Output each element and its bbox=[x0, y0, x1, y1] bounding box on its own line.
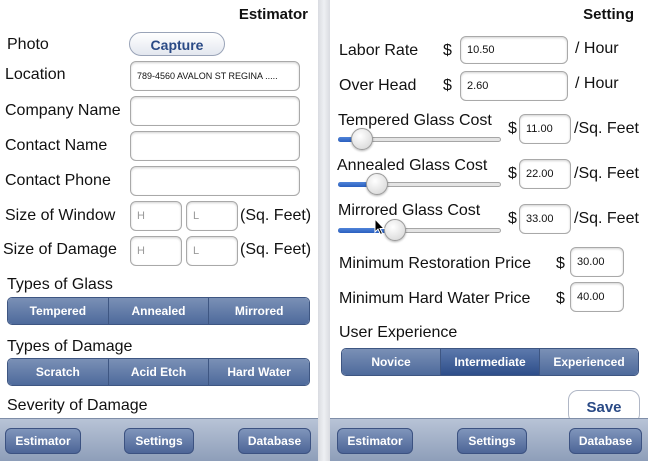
capture-button[interactable]: Capture bbox=[129, 32, 225, 56]
toolbar-settings-button[interactable]: Settings bbox=[457, 428, 527, 454]
location-field[interactable]: 789-4560 AVALON ST REGINA ..... bbox=[130, 61, 300, 91]
tempered-cost-unit: /Sq. Feet bbox=[574, 120, 639, 137]
toolbar-estimator-button[interactable]: Estimator bbox=[5, 428, 81, 454]
labor-rate-unit: / Hour bbox=[575, 40, 619, 57]
size-of-damage-label: Size of Damage bbox=[3, 241, 117, 258]
hard-water-currency-symbol: $ bbox=[556, 290, 565, 307]
user-experience-label: User Experience bbox=[339, 324, 458, 341]
contact-name-field[interactable] bbox=[130, 131, 300, 161]
annealed-cost-field[interactable]: 22.00 bbox=[519, 159, 571, 189]
mirrored-currency-symbol: $ bbox=[508, 210, 517, 227]
minimum-hard-water-price-label: Minimum Hard Water Price bbox=[339, 290, 531, 307]
toolbar-settings-button[interactable]: Settings bbox=[124, 428, 194, 454]
overhead-unit: / Hour bbox=[575, 75, 619, 92]
mouse-pointer-icon bbox=[374, 218, 386, 236]
types-of-glass-label: Types of Glass bbox=[7, 276, 113, 293]
location-label: Location bbox=[5, 66, 66, 83]
size-of-window-label: Size of Window bbox=[5, 207, 116, 224]
damage-type-scratch[interactable]: Scratch bbox=[8, 359, 109, 385]
toolbar-database-button[interactable]: Database bbox=[238, 428, 311, 454]
glass-type-mirrored[interactable]: Mirrored bbox=[209, 298, 309, 324]
labor-rate-field[interactable]: 10.50 bbox=[460, 36, 568, 64]
window-height-field[interactable]: H bbox=[130, 201, 182, 231]
estimator-toolbar: Estimator Settings Database bbox=[0, 418, 318, 461]
annealed-cost-unit: /Sq. Feet bbox=[574, 165, 639, 182]
labor-rate-label: Labor Rate bbox=[339, 42, 419, 59]
slider-thumb[interactable] bbox=[366, 173, 388, 195]
tempered-cost-field[interactable]: 11.00 bbox=[519, 114, 571, 144]
overhead-label: Over Head bbox=[339, 77, 417, 94]
window-unit-label: (Sq. Feet) bbox=[240, 207, 312, 224]
minimum-restoration-price-field[interactable]: 30.00 bbox=[570, 247, 624, 277]
slider-thumb[interactable] bbox=[384, 219, 406, 241]
minimum-restoration-price-label: Minimum Restoration Price bbox=[339, 255, 532, 272]
damage-length-field[interactable]: L bbox=[186, 236, 238, 266]
contact-phone-label: Contact Phone bbox=[5, 172, 111, 189]
toolbar-estimator-button[interactable]: Estimator bbox=[337, 428, 413, 454]
user-experience-segmented-control: Novice Intermediate Experienced bbox=[341, 348, 639, 376]
window-length-field[interactable]: L bbox=[186, 201, 238, 231]
ux-novice[interactable]: Novice bbox=[342, 349, 441, 375]
mirrored-cost-field[interactable]: 33.00 bbox=[519, 204, 571, 234]
photo-label: Photo bbox=[7, 36, 49, 53]
contact-phone-field[interactable] bbox=[130, 166, 300, 196]
ux-intermediate[interactable]: Intermediate bbox=[441, 349, 540, 375]
company-name-field[interactable] bbox=[130, 96, 300, 126]
minimum-hard-water-price-field[interactable]: 40.00 bbox=[570, 282, 624, 312]
labor-currency-symbol: $ bbox=[443, 42, 452, 59]
tempered-currency-symbol: $ bbox=[508, 120, 517, 137]
damage-type-acid-etch[interactable]: Acid Etch bbox=[108, 359, 210, 385]
overhead-field[interactable]: 2.60 bbox=[460, 71, 568, 101]
annealed-currency-symbol: $ bbox=[508, 165, 517, 182]
contact-name-label: Contact Name bbox=[5, 137, 108, 154]
toolbar-database-button[interactable]: Database bbox=[569, 428, 642, 454]
slider-thumb[interactable] bbox=[351, 128, 373, 150]
damage-type-segmented-control: Scratch Acid Etch Hard Water bbox=[7, 358, 310, 386]
glass-type-annealed[interactable]: Annealed bbox=[108, 298, 210, 324]
damage-height-field[interactable]: H bbox=[130, 236, 182, 266]
damage-unit-label: (Sq. Feet) bbox=[240, 241, 312, 258]
ux-experienced[interactable]: Experienced bbox=[540, 349, 638, 375]
setting-toolbar: Estimator Settings Database bbox=[330, 418, 648, 461]
damage-type-hard-water[interactable]: Hard Water bbox=[209, 359, 309, 385]
annealed-cost-slider[interactable] bbox=[338, 172, 501, 196]
setting-title: Setting bbox=[583, 6, 634, 23]
tempered-cost-slider[interactable] bbox=[338, 127, 501, 151]
estimator-panel: Estimator Photo Capture Location 789-456… bbox=[0, 0, 318, 461]
severity-of-damage-label: Severity of Damage bbox=[7, 397, 148, 414]
mirrored-cost-unit: /Sq. Feet bbox=[574, 210, 639, 227]
estimator-title: Estimator bbox=[238, 6, 308, 23]
company-name-label: Company Name bbox=[5, 102, 121, 119]
glass-type-segmented-control: Tempered Annealed Mirrored bbox=[7, 297, 310, 325]
overhead-currency-symbol: $ bbox=[443, 77, 452, 94]
setting-panel: Setting Labor Rate $ 10.50 / Hour Over H… bbox=[330, 0, 648, 461]
types-of-damage-label: Types of Damage bbox=[7, 338, 133, 355]
glass-type-tempered[interactable]: Tempered bbox=[8, 298, 109, 324]
restoration-currency-symbol: $ bbox=[556, 255, 565, 272]
panel-divider bbox=[318, 0, 330, 461]
mirrored-cost-slider[interactable] bbox=[338, 218, 501, 242]
